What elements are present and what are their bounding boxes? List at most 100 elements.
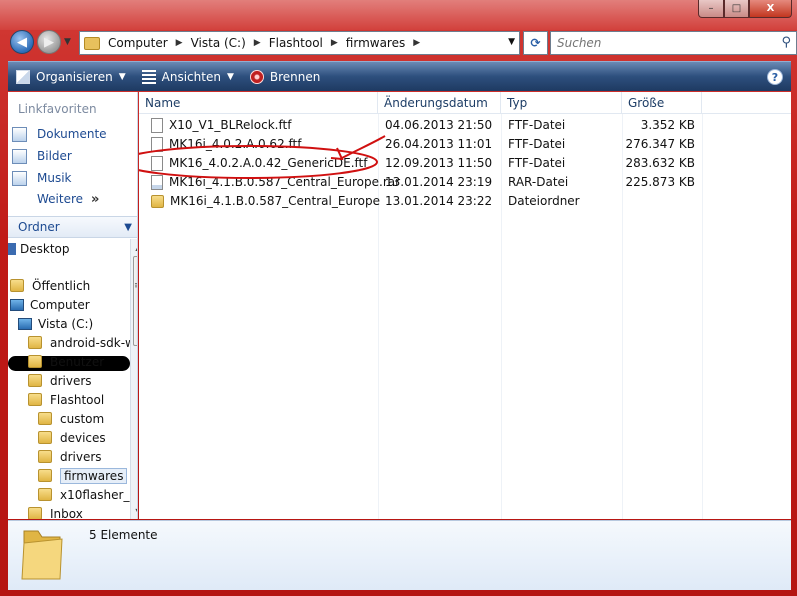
more-links-label: Weitere [37, 192, 84, 206]
minimize-button[interactable]: – [698, 0, 724, 18]
window-frame: – □ X ◀ ▶ ▼ Computer ▶ Vista (C:) ▶ Flas… [0, 0, 797, 596]
tree-item-custom[interactable]: custom [38, 409, 104, 428]
folder-icon [38, 431, 52, 444]
address-bar[interactable]: Computer ▶ Vista (C:) ▶ Flashtool ▶ firm… [79, 31, 520, 55]
recent-pages-dropdown[interactable]: ▼ [64, 37, 71, 47]
tree-item-label: devices [60, 430, 106, 445]
tree-item-flashtool[interactable]: Flashtool [28, 390, 104, 409]
file-list: Name Änderungsdatum Typ Größe X10_V1_BLR… [139, 92, 791, 519]
documents-icon [12, 126, 27, 142]
sidebar-item-label: Musik [37, 171, 72, 185]
tree-item-label: x10flasher_li [60, 487, 137, 502]
tree-item-drivers[interactable]: drivers [28, 371, 92, 390]
tree-item-public[interactable]: Öffentlich [10, 276, 90, 295]
folders-title: Ordner [18, 220, 60, 234]
tree-item-x10flasher[interactable]: x10flasher_li [38, 485, 136, 504]
breadcrumb-flashtool[interactable]: Flashtool ▶ [269, 36, 338, 50]
back-button[interactable]: ◀ [10, 30, 34, 54]
arrow-left-icon: ◀ [17, 34, 27, 50]
sidebar-item-music[interactable]: Musik [12, 168, 72, 188]
tree-item-devices[interactable]: devices [38, 428, 106, 447]
desktop-icon [8, 242, 16, 255]
breadcrumb-firmwares[interactable]: firmwares ▶ [346, 36, 420, 50]
double-chevron-icon: » [91, 192, 100, 207]
sidebar-item-documents[interactable]: Dokumente [12, 124, 107, 144]
toolbar: Organisieren ▼ Ansichten ▼ Brennen ? [8, 61, 791, 91]
search-input[interactable] [551, 32, 761, 54]
chevron-right-icon[interactable]: ▶ [176, 38, 183, 48]
tree-item-label: Öffentlich [32, 278, 91, 293]
folder-icon [10, 279, 24, 292]
tree-scrollbar[interactable]: ▲ ≡ ▼ [130, 239, 137, 519]
item-count: 5 Elemente [89, 528, 158, 542]
navigation-pane: Linkfavoriten Dokumente Bilder Musik Wei… [8, 92, 138, 519]
refresh-button[interactable]: ⟳ [523, 31, 548, 55]
tree-item-label: Computer [30, 297, 90, 312]
tree-item-label: drivers [60, 449, 102, 464]
more-links-button[interactable]: Weitere » [37, 192, 99, 207]
breadcrumb-vista[interactable]: Vista (C:) ▶ [191, 36, 261, 50]
chevron-down-icon[interactable]: ▼ [508, 37, 515, 47]
chevron-right-icon[interactable]: ▶ [413, 38, 420, 48]
chevron-down-icon: ▼ [118, 71, 126, 82]
maximize-button[interactable]: □ [724, 0, 749, 18]
chevron-right-icon[interactable]: ▶ [331, 38, 338, 48]
sidebar-item-label: Dokumente [37, 127, 107, 141]
sidebar-item-label: Bilder [37, 149, 72, 163]
breadcrumb-label: Vista (C:) [190, 36, 246, 50]
folder-icon [28, 374, 42, 387]
help-icon: ? [771, 70, 779, 84]
help-button[interactable]: ? [767, 69, 783, 85]
search-box[interactable]: ⚲ [550, 31, 797, 55]
tree-item-label: Flashtool [50, 392, 105, 407]
tree-item-inbox[interactable]: Inbox [28, 504, 83, 519]
tree-item-firmwares[interactable]: firmwares [38, 466, 128, 485]
burn-button[interactable]: Brennen [242, 62, 328, 91]
folder-icon [21, 530, 63, 580]
organize-button[interactable]: Organisieren ▼ [8, 62, 134, 91]
sidebar-item-pictures[interactable]: Bilder [12, 146, 72, 166]
tree-item-vista[interactable]: Vista (C:) [18, 314, 93, 333]
navigation-bar: ◀ ▶ ▼ Computer ▶ Vista (C:) ▶ Flashtool … [8, 28, 797, 56]
tree-item-label: drivers [50, 373, 92, 388]
tree-item-android-sdk[interactable]: android-sdk-w [28, 333, 135, 352]
folders-header[interactable]: Ordner ▼ [8, 216, 137, 238]
folder-icon [28, 393, 42, 406]
organize-icon [16, 69, 30, 84]
tree-item-label: Desktop [20, 241, 70, 256]
tree-item-computer[interactable]: Computer [10, 295, 90, 314]
tree-item-benutzer[interactable]: Benutzer [28, 352, 104, 371]
folder-icon [28, 355, 42, 368]
tree-item-desktop[interactable]: Desktop [8, 239, 70, 258]
scrollbar-thumb[interactable] [133, 256, 137, 346]
breadcrumb-computer[interactable]: Computer ▶ [108, 36, 183, 50]
music-icon [12, 170, 27, 186]
breadcrumb-label: firmwares [345, 36, 406, 50]
chevron-right-icon[interactable]: ▶ [254, 38, 261, 48]
folder-icon [38, 488, 52, 501]
scroll-down-icon[interactable]: ▼ [131, 503, 137, 519]
folder-icon [84, 36, 100, 50]
folder-icon [28, 507, 42, 519]
search-icon[interactable]: ⚲ [781, 35, 791, 50]
refresh-icon: ⟳ [530, 36, 541, 50]
tree-item-drivers-sub[interactable]: drivers [38, 447, 102, 466]
views-icon [141, 69, 156, 84]
forward-button[interactable]: ▶ [37, 30, 61, 54]
folder-icon [38, 450, 52, 463]
tree-item-label: Vista (C:) [38, 316, 94, 331]
arrow-right-icon: ▶ [44, 34, 54, 50]
organize-label: Organisieren [36, 69, 113, 84]
views-button[interactable]: Ansichten ▼ [134, 62, 242, 91]
folder-icon [38, 469, 52, 482]
tree-item-label: android-sdk-w [50, 335, 135, 350]
grip-icon: ≡ [134, 281, 137, 291]
folder-icon [38, 412, 52, 425]
chevron-down-icon: ▼ [226, 71, 234, 82]
annotation-overlay [139, 135, 386, 179]
window-controls: – □ X [698, 0, 792, 18]
close-button[interactable]: X [749, 0, 792, 18]
burn-label: Brennen [269, 69, 321, 84]
favorites-title: Linkfavoriten [18, 102, 97, 116]
scroll-up-icon[interactable]: ▲ [131, 239, 137, 255]
